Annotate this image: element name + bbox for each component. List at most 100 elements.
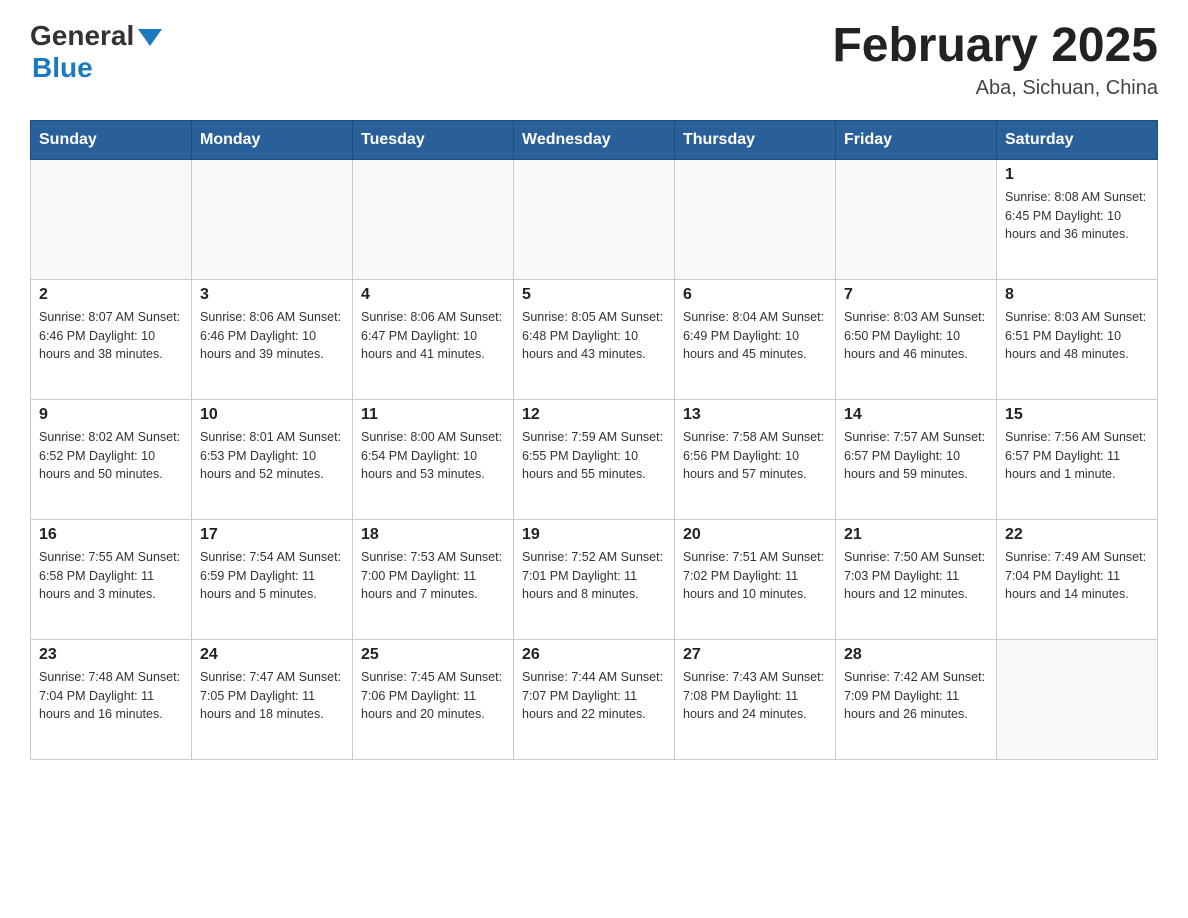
calendar-cell-w5-d5: 28 Sunrise: 7:42 AM Sunset: 7:09 PM Dayli… xyxy=(836,639,997,759)
calendar-cell-w3-d5: 14Sunrise: 7:57 AM Sunset: 6:57 PM Dayli… xyxy=(836,399,997,519)
day-info: Sunrise: 7:58 AM Sunset: 6:56 PM Dayligh… xyxy=(683,428,827,484)
day-number: 11 xyxy=(361,406,505,424)
day-info: Sunrise: 8:00 AM Sunset: 6:54 PM Dayligh… xyxy=(361,428,505,484)
calendar-cell-w4-d2: 18 Sunrise: 7:53 AM Sunset: 7:00 PM Dayli… xyxy=(353,519,514,639)
day-info: Sunrise: 7:49 AM Sunset: 7:04 PM Dayligh… xyxy=(1005,548,1149,604)
day-info: Sunrise: 7:53 AM Sunset: 7:00 PM Dayligh… xyxy=(361,548,505,604)
day-info: Sunrise: 7:44 AM Sunset: 7:07 PM Dayligh… xyxy=(522,668,666,724)
day-info: Sunrise: 8:08 AM Sunset: 6:45 PM Dayligh… xyxy=(1005,188,1149,244)
day-info: Sunrise: 8:05 AM Sunset: 6:48 PM Dayligh… xyxy=(522,308,666,364)
day-number: 19 xyxy=(522,526,666,544)
day-number: 15 xyxy=(1005,406,1149,424)
calendar-cell-w2-d5: 7Sunrise: 8:03 AM Sunset: 6:50 PM Daylig… xyxy=(836,279,997,399)
day-info: Sunrise: 7:48 AM Sunset: 7:04 PM Dayligh… xyxy=(39,668,183,724)
col-friday: Friday xyxy=(836,120,997,159)
calendar-cell-w5-d6 xyxy=(997,639,1158,759)
day-info: Sunrise: 8:06 AM Sunset: 6:46 PM Dayligh… xyxy=(200,308,344,364)
calendar-cell-w2-d2: 4 Sunrise: 8:06 AM Sunset: 6:47 PM Daylig… xyxy=(353,279,514,399)
calendar-week-5: 23 Sunrise: 7:48 AM Sunset: 7:04 PM Dayli… xyxy=(31,639,1158,759)
calendar-cell-w4-d0: 16 Sunrise: 7:55 AM Sunset: 6:58 PM Dayli… xyxy=(31,519,192,639)
day-number: 23 xyxy=(39,646,183,664)
day-info: Sunrise: 7:47 AM Sunset: 7:05 PM Dayligh… xyxy=(200,668,344,724)
day-info: Sunrise: 8:03 AM Sunset: 6:51 PM Dayligh… xyxy=(1005,308,1149,364)
calendar-cell-w1-d4 xyxy=(675,159,836,279)
calendar-cell-w3-d0: 9Sunrise: 8:02 AM Sunset: 6:52 PM Daylig… xyxy=(31,399,192,519)
day-number: 10 xyxy=(200,406,344,424)
calendar-cell-w1-d0 xyxy=(31,159,192,279)
calendar-week-2: 2 Sunrise: 8:07 AM Sunset: 6:46 PM Daylig… xyxy=(31,279,1158,399)
day-number: 24 xyxy=(200,646,344,664)
day-info: Sunrise: 7:45 AM Sunset: 7:06 PM Dayligh… xyxy=(361,668,505,724)
col-monday: Monday xyxy=(192,120,353,159)
calendar-cell-w2-d3: 5 Sunrise: 8:05 AM Sunset: 6:48 PM Daylig… xyxy=(514,279,675,399)
day-number: 8 xyxy=(1005,286,1149,304)
day-number: 6 xyxy=(683,286,827,304)
col-wednesday: Wednesday xyxy=(514,120,675,159)
col-tuesday: Tuesday xyxy=(353,120,514,159)
col-saturday: Saturday xyxy=(997,120,1158,159)
col-thursday: Thursday xyxy=(675,120,836,159)
calendar-cell-w3-d1: 10 Sunrise: 8:01 AM Sunset: 6:53 PM Dayli… xyxy=(192,399,353,519)
day-info: Sunrise: 7:43 AM Sunset: 7:08 PM Dayligh… xyxy=(683,668,827,724)
day-number: 26 xyxy=(522,646,666,664)
calendar-cell-w1-d5 xyxy=(836,159,997,279)
day-number: 12 xyxy=(522,406,666,424)
page-header: General Blue February 2025 Aba, Sichuan,… xyxy=(30,20,1158,100)
calendar-cell-w4-d5: 21 Sunrise: 7:50 AM Sunset: 7:03 PM Dayli… xyxy=(836,519,997,639)
logo-blue-text: Blue xyxy=(32,52,162,84)
calendar-cell-w5-d3: 26 Sunrise: 7:44 AM Sunset: 7:07 PM Dayli… xyxy=(514,639,675,759)
calendar-cell-w1-d1 xyxy=(192,159,353,279)
calendar-cell-w2-d1: 3 Sunrise: 8:06 AM Sunset: 6:46 PM Daylig… xyxy=(192,279,353,399)
day-info: Sunrise: 7:50 AM Sunset: 7:03 PM Dayligh… xyxy=(844,548,988,604)
day-number: 16 xyxy=(39,526,183,544)
day-number: 2 xyxy=(39,286,183,304)
day-info: Sunrise: 7:54 AM Sunset: 6:59 PM Dayligh… xyxy=(200,548,344,604)
day-info: Sunrise: 7:55 AM Sunset: 6:58 PM Dayligh… xyxy=(39,548,183,604)
calendar-cell-w4-d4: 20 Sunrise: 7:51 AM Sunset: 7:02 PM Dayli… xyxy=(675,519,836,639)
calendar-cell-w5-d2: 25Sunrise: 7:45 AM Sunset: 7:06 PM Dayli… xyxy=(353,639,514,759)
day-number: 5 xyxy=(522,286,666,304)
day-number: 7 xyxy=(844,286,988,304)
calendar-table: Sunday Monday Tuesday Wednesday Thursday… xyxy=(30,120,1158,760)
day-number: 20 xyxy=(683,526,827,544)
day-number: 21 xyxy=(844,526,988,544)
day-info: Sunrise: 8:07 AM Sunset: 6:46 PM Dayligh… xyxy=(39,308,183,364)
day-number: 4 xyxy=(361,286,505,304)
day-info: Sunrise: 7:51 AM Sunset: 7:02 PM Dayligh… xyxy=(683,548,827,604)
calendar-cell-w3-d2: 11 Sunrise: 8:00 AM Sunset: 6:54 PM Dayli… xyxy=(353,399,514,519)
day-number: 1 xyxy=(1005,166,1149,184)
calendar-cell-w5-d4: 27 Sunrise: 7:43 AM Sunset: 7:08 PM Dayli… xyxy=(675,639,836,759)
calendar-cell-w2-d0: 2 Sunrise: 8:07 AM Sunset: 6:46 PM Daylig… xyxy=(31,279,192,399)
day-number: 3 xyxy=(200,286,344,304)
calendar-header-row: Sunday Monday Tuesday Wednesday Thursday… xyxy=(31,120,1158,159)
day-number: 17 xyxy=(200,526,344,544)
day-info: Sunrise: 8:02 AM Sunset: 6:52 PM Dayligh… xyxy=(39,428,183,484)
calendar-cell-w4-d3: 19 Sunrise: 7:52 AM Sunset: 7:01 PM Dayli… xyxy=(514,519,675,639)
day-info: Sunrise: 8:04 AM Sunset: 6:49 PM Dayligh… xyxy=(683,308,827,364)
day-info: Sunrise: 7:52 AM Sunset: 7:01 PM Dayligh… xyxy=(522,548,666,604)
day-info: Sunrise: 8:01 AM Sunset: 6:53 PM Dayligh… xyxy=(200,428,344,484)
calendar-cell-w1-d6: 1 Sunrise: 8:08 AM Sunset: 6:45 PM Daylig… xyxy=(997,159,1158,279)
calendar-week-3: 9Sunrise: 8:02 AM Sunset: 6:52 PM Daylig… xyxy=(31,399,1158,519)
col-sunday: Sunday xyxy=(31,120,192,159)
day-info: Sunrise: 7:42 AM Sunset: 7:09 PM Dayligh… xyxy=(844,668,988,724)
calendar-cell-w5-d0: 23 Sunrise: 7:48 AM Sunset: 7:04 PM Dayli… xyxy=(31,639,192,759)
day-info: Sunrise: 7:57 AM Sunset: 6:57 PM Dayligh… xyxy=(844,428,988,484)
day-number: 18 xyxy=(361,526,505,544)
calendar-cell-w1-d3 xyxy=(514,159,675,279)
day-number: 13 xyxy=(683,406,827,424)
title-block: February 2025 Aba, Sichuan, China xyxy=(832,20,1158,100)
calendar-cell-w1-d2 xyxy=(353,159,514,279)
day-number: 28 xyxy=(844,646,988,664)
calendar-cell-w4-d1: 17 Sunrise: 7:54 AM Sunset: 6:59 PM Dayli… xyxy=(192,519,353,639)
logo-triangle-icon xyxy=(138,29,162,46)
calendar-cell-w2-d6: 8 Sunrise: 8:03 AM Sunset: 6:51 PM Daylig… xyxy=(997,279,1158,399)
day-info: Sunrise: 7:56 AM Sunset: 6:57 PM Dayligh… xyxy=(1005,428,1149,484)
day-number: 27 xyxy=(683,646,827,664)
calendar-cell-w5-d1: 24 Sunrise: 7:47 AM Sunset: 7:05 PM Dayli… xyxy=(192,639,353,759)
calendar-week-4: 16 Sunrise: 7:55 AM Sunset: 6:58 PM Dayli… xyxy=(31,519,1158,639)
day-info: Sunrise: 8:06 AM Sunset: 6:47 PM Dayligh… xyxy=(361,308,505,364)
calendar-week-1: 1 Sunrise: 8:08 AM Sunset: 6:45 PM Daylig… xyxy=(31,159,1158,279)
calendar-cell-w3-d6: 15 Sunrise: 7:56 AM Sunset: 6:57 PM Dayli… xyxy=(997,399,1158,519)
day-number: 22 xyxy=(1005,526,1149,544)
